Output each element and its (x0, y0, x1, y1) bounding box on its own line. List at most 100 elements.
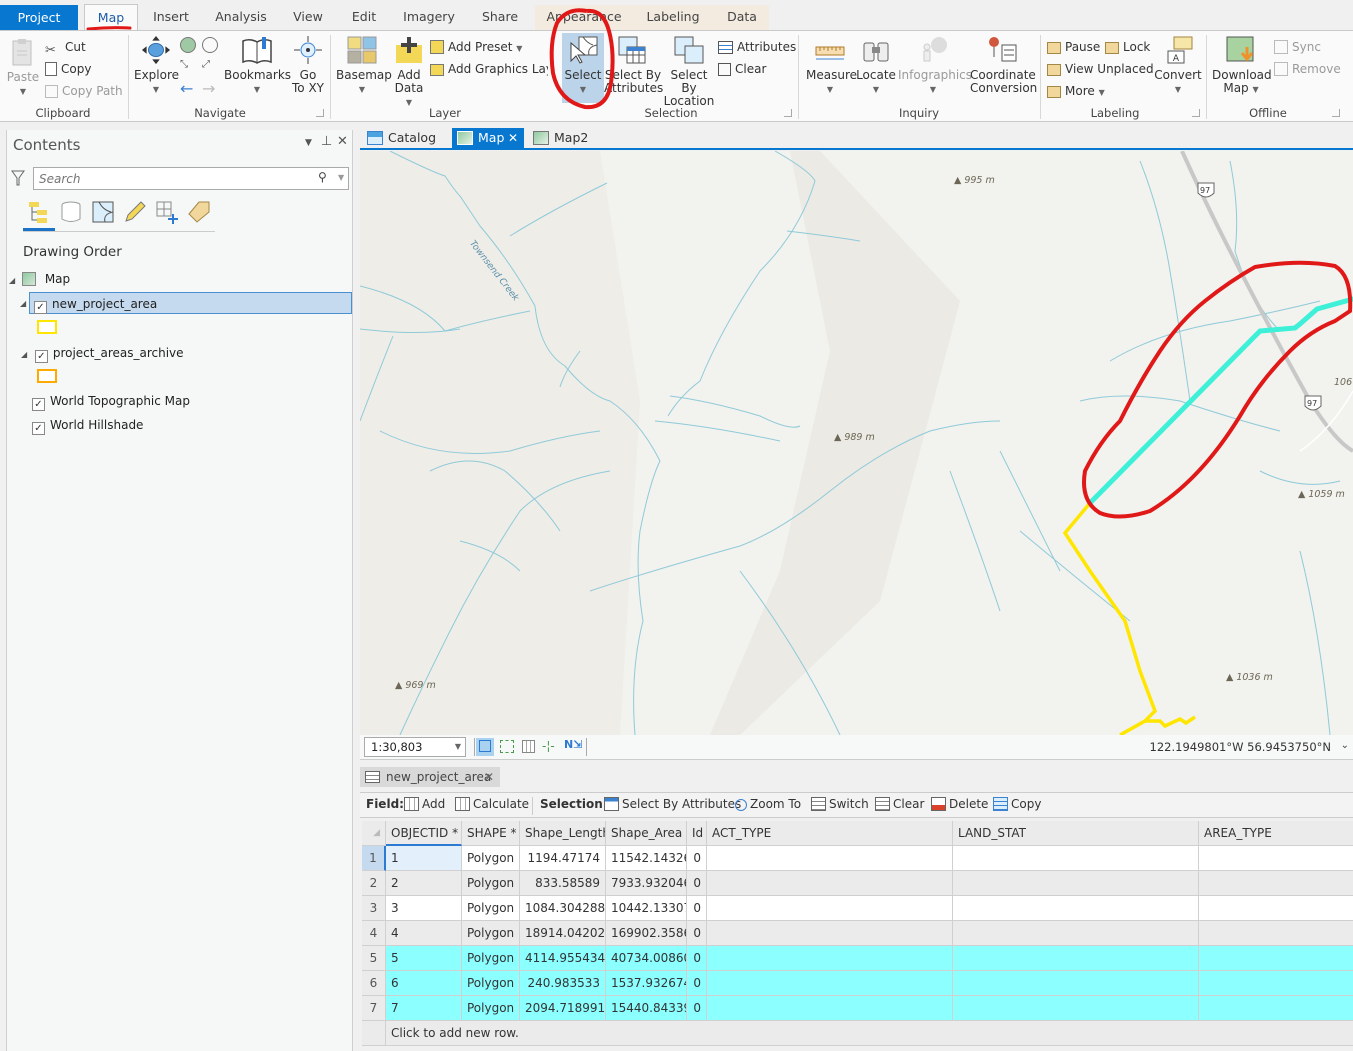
tab-view[interactable]: View (285, 4, 331, 30)
basemap-button[interactable]: Basemap ▼ (336, 35, 392, 96)
fixed-zoom-out-icon[interactable]: ⤢ (202, 59, 210, 70)
copy-path-button[interactable]: Copy Path (45, 82, 123, 100)
copy-button[interactable]: Copy (45, 60, 91, 78)
table-cell[interactable] (953, 871, 1199, 896)
table-cell[interactable] (953, 946, 1199, 971)
search-field[interactable]: ⚲ ▼ (33, 167, 349, 190)
offline-dialog-launcher[interactable] (1332, 109, 1340, 117)
layer-visibility-checkbox[interactable]: ✓ (32, 422, 45, 435)
measure-button[interactable]: Measure ▼ (806, 35, 857, 96)
go-to-xy-button[interactable]: Go To XY (290, 35, 326, 95)
view-unplaced-button[interactable]: View Unplaced (1047, 60, 1154, 78)
attribute-table-grid[interactable]: ◢ OBJECTID * SHAPE * Shape_Length Shape_Area… (362, 821, 1353, 1046)
table-cell[interactable] (707, 996, 953, 1021)
row-number[interactable]: 7 (362, 996, 386, 1021)
table-cell[interactable]: 240.983533 (520, 971, 606, 996)
select-by-location-button[interactable]: Select By Location (662, 35, 716, 108)
table-cell[interactable]: 833.58589 (520, 871, 606, 896)
table-cell[interactable]: 1194.47174 (520, 846, 606, 871)
tab-analysis[interactable]: Analysis (208, 4, 274, 30)
table-cell[interactable] (707, 921, 953, 946)
row-number[interactable]: 5 (362, 946, 386, 971)
table-cell[interactable] (953, 896, 1199, 921)
bookmarks-button[interactable]: Bookmarks ▼ (224, 35, 291, 96)
table-cell[interactable] (707, 896, 953, 921)
table-cell[interactable]: 7 (386, 996, 462, 1021)
table-cell[interactable] (707, 871, 953, 896)
clear-selection-table-button[interactable]: Clear (875, 797, 924, 811)
add-preset-button[interactable]: Add Preset ▼ (430, 38, 522, 56)
clear-selection-button[interactable]: Clear (718, 60, 766, 78)
toc-layer-item[interactable]: ✓ World Hillshade (32, 414, 143, 436)
layer-symbol-swatch[interactable] (37, 320, 57, 334)
table-cell[interactable]: 0 (687, 921, 707, 946)
table-cell[interactable] (953, 996, 1199, 1021)
table-cell[interactable]: 0 (687, 971, 707, 996)
view-tab-map[interactable]: Map ✕ (452, 128, 524, 148)
table-cell[interactable]: Polygon (462, 871, 520, 896)
chevron-down-icon[interactable]: ▼ (455, 738, 461, 756)
table-cell[interactable] (1199, 846, 1353, 871)
table-cell[interactable]: 0 (687, 846, 707, 871)
constraints-icon[interactable]: -¦- (542, 739, 555, 753)
pin-icon[interactable]: ⊥ (321, 134, 332, 149)
coordinate-format-dropdown[interactable]: ⌄ (1341, 740, 1349, 751)
table-cell[interactable]: 18914.042027 (520, 921, 606, 946)
fixed-zoom-in-icon[interactable]: ⤡ (180, 59, 188, 70)
column-header[interactable]: Id (687, 821, 707, 846)
toc-layer-item[interactable]: ◢ ✓ project_areas_archive (21, 342, 184, 364)
toc-layer-item[interactable]: ◢ ✓ new_project_area (20, 292, 352, 314)
table-cell[interactable] (1199, 971, 1353, 996)
table-cell[interactable] (1199, 871, 1353, 896)
select-by-attributes-table-button[interactable]: Select By Attributes (604, 797, 741, 811)
convert-button[interactable]: A Convert ▼ (1154, 35, 1202, 96)
tab-edit[interactable]: Edit (342, 4, 386, 30)
filter-icon[interactable] (11, 170, 25, 186)
explore-button[interactable]: Explore ▼ (134, 35, 179, 96)
table-cell[interactable]: 1084.304288 (520, 896, 606, 921)
table-cell[interactable]: 3 (386, 896, 462, 921)
close-tab-icon[interactable]: ✕ (508, 128, 518, 148)
table-cell[interactable] (707, 946, 953, 971)
next-extent-icon[interactable]: → (202, 79, 215, 98)
table-cell[interactable] (1199, 896, 1353, 921)
tab-insert[interactable]: Insert (145, 4, 197, 30)
sync-button[interactable]: Sync (1274, 38, 1321, 56)
lock-labeling-button[interactable]: Lock (1105, 38, 1150, 56)
table-cell[interactable] (707, 846, 953, 871)
coordinate-conversion-button[interactable]: Coordinate Conversion (970, 35, 1037, 95)
cut-button[interactable]: ✂ Cut (45, 38, 86, 58)
list-by-drawing-order-icon[interactable] (27, 200, 51, 224)
add-new-row[interactable]: Click to add new row. (386, 1021, 1353, 1046)
column-header[interactable]: SHAPE * (462, 821, 520, 846)
table-cell[interactable]: 40734.008609 (606, 946, 687, 971)
chevron-down-icon[interactable]: ▼ (338, 173, 344, 182)
table-cell[interactable]: Polygon (462, 971, 520, 996)
download-map-button[interactable]: Download Map ▼ (1212, 35, 1272, 96)
table-cell[interactable]: Polygon (462, 846, 520, 871)
table-cell[interactable]: 2094.718991 (520, 996, 606, 1021)
column-header[interactable]: Shape_Length (520, 821, 606, 846)
add-field-button[interactable]: Add (404, 797, 445, 811)
table-cell[interactable] (953, 921, 1199, 946)
table-grid-icon[interactable] (522, 740, 535, 753)
table-cell[interactable] (1199, 996, 1353, 1021)
copy-selected-button[interactable]: Copy (993, 797, 1041, 811)
calculate-field-button[interactable]: Calculate (455, 797, 529, 811)
full-extent-icon[interactable] (180, 37, 196, 53)
map-view[interactable]: ▲ 995 m ▲ 989 m ▲ 969 m ▲ 1059 m ▲ 1036 … (360, 151, 1353, 735)
column-header[interactable]: OBJECTID * (386, 821, 462, 846)
layer-visibility-checkbox[interactable]: ✓ (34, 350, 48, 363)
attributes-button[interactable]: Attributes (718, 38, 796, 56)
table-cell[interactable]: Polygon (462, 996, 520, 1021)
layer-visibility-checkbox[interactable]: ✓ (32, 398, 45, 411)
close-icon[interactable]: ✕ (337, 134, 348, 149)
table-cell[interactable]: 0 (687, 896, 707, 921)
selection-dialog-launcher[interactable] (784, 109, 792, 117)
view-tab-catalog[interactable]: Catalog (362, 128, 448, 148)
list-by-labeling-icon[interactable] (187, 200, 211, 224)
layer-symbol-swatch[interactable] (37, 369, 57, 383)
zoom-to-layer-icon[interactable] (202, 37, 218, 53)
column-header[interactable]: Shape_Area (606, 821, 687, 846)
scale-selector[interactable]: 1:30,803 ▼ (364, 737, 466, 757)
